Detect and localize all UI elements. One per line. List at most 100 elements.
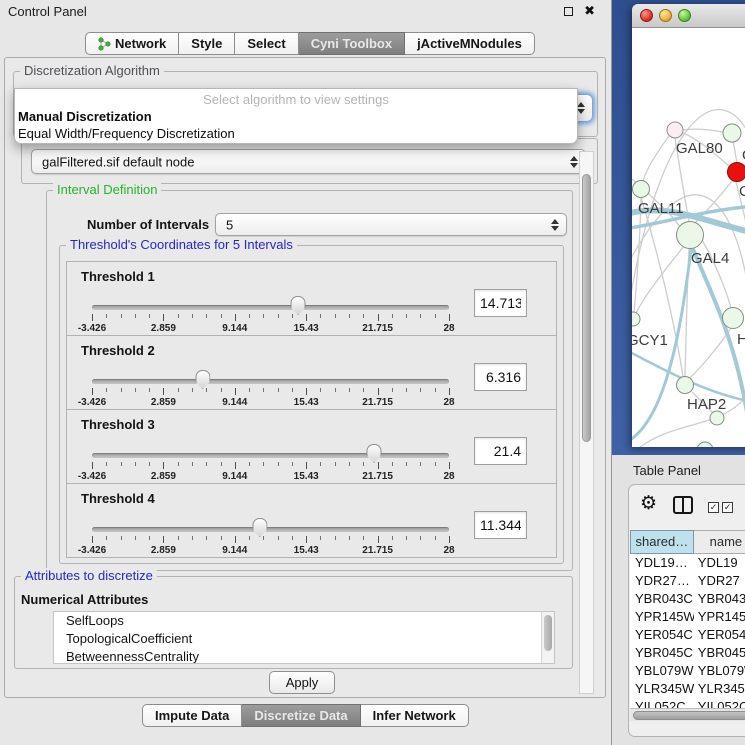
tab-discretize-data[interactable]: Discretize Data xyxy=(242,704,360,727)
tab-network[interactable]: Network xyxy=(85,32,179,55)
threshold-slider[interactable]: -3.4262.8599.14415.4321.71528 xyxy=(92,292,449,334)
table-row[interactable]: YER054CYER054C xyxy=(630,626,745,644)
tick-mark xyxy=(320,388,321,392)
tab-label: Style xyxy=(191,33,222,54)
table-row[interactable]: YIL052CYIL052C xyxy=(630,698,745,708)
scrollbar-thumb[interactable] xyxy=(633,711,745,720)
threshold-slider[interactable]: -3.4262.8599.14415.4321.71528 xyxy=(92,366,449,408)
attribute-item[interactable]: BetweennessCentrality xyxy=(54,648,554,664)
select-all-checkbox-icon[interactable]: ✓ xyxy=(708,502,719,513)
tick-label: 21.715 xyxy=(362,323,393,334)
float-window-icon[interactable] xyxy=(564,7,573,16)
table-panel-body: ⚙ ✓ ✓ shared… name YDL19…YDL19YDR27…YDR2… xyxy=(628,484,745,737)
tab-cyni-toolbox[interactable]: Cyni Toolbox xyxy=(299,32,405,55)
dropdown-option-manual-discretization[interactable]: Manual Discretization xyxy=(18,109,152,124)
slider-track[interactable] xyxy=(92,379,449,384)
select-all-checkbox-icon[interactable]: ✓ xyxy=(722,502,733,513)
tick-mark xyxy=(378,462,379,469)
tick-mark xyxy=(363,462,364,466)
tab-jactivemnodules[interactable]: jActiveMNodules xyxy=(405,32,535,55)
network-node[interactable] xyxy=(697,442,713,447)
table-row[interactable]: YBR045CYBR045C xyxy=(630,644,745,662)
threshold-label: Threshold 3 xyxy=(81,417,155,432)
column-layout-icon[interactable] xyxy=(673,496,693,514)
group-title: Interval Definition xyxy=(53,182,161,197)
group-title: Threshold's Coordinates for 5 Intervals xyxy=(66,237,297,252)
control-panel-titlebar: Control Panel ✖ xyxy=(0,0,611,22)
network-node-gal80[interactable] xyxy=(667,122,683,138)
slider-thumb[interactable] xyxy=(367,444,382,463)
column-header-shared-name[interactable]: shared… xyxy=(630,530,694,554)
tick-mark xyxy=(135,388,136,392)
network-node-gal11[interactable] xyxy=(633,181,650,198)
zoom-traffic-light[interactable] xyxy=(678,9,691,22)
network-node-ga[interactable] xyxy=(723,124,741,142)
scrollbar-thumb[interactable] xyxy=(544,615,552,651)
tick-mark xyxy=(235,314,236,321)
apply-button[interactable]: Apply xyxy=(269,671,335,694)
tick-mark xyxy=(178,388,179,392)
numerical-attributes-list[interactable]: SelfLoopsTopologicalCoefficientBetweenne… xyxy=(53,611,555,664)
tab-impute-data[interactable]: Impute Data xyxy=(142,704,242,727)
tick-mark xyxy=(192,314,193,318)
panel-vertical-scrollbar[interactable] xyxy=(579,151,594,694)
slider-thumb[interactable] xyxy=(252,518,267,537)
slider-thumb[interactable] xyxy=(291,296,306,315)
scrollbar-thumb[interactable] xyxy=(582,174,591,442)
tick-mark xyxy=(406,314,407,318)
table-row[interactable]: YPR145WYPR145W xyxy=(630,608,745,626)
network-node-gcy1[interactable] xyxy=(632,312,640,326)
threshold-slider[interactable]: -3.4262.8599.14415.4321.71528 xyxy=(92,440,449,482)
column-header-name[interactable]: name xyxy=(694,530,745,554)
table-data-combobox[interactable]: galFiltered.sif default node xyxy=(31,149,586,174)
tick-mark xyxy=(420,462,421,466)
tick-mark xyxy=(335,314,336,318)
algorithm-dropdown-popup: Select algorithm to view settings Manual… xyxy=(14,88,578,144)
network-node-h[interactable] xyxy=(723,308,744,329)
tick-mark xyxy=(378,314,379,321)
tab-style[interactable]: Style xyxy=(179,32,235,55)
tick-mark xyxy=(149,462,150,466)
tick-mark xyxy=(249,314,250,318)
table-row[interactable]: YLR345WYLR345W xyxy=(630,680,745,698)
tick-mark xyxy=(449,314,450,321)
tick-mark xyxy=(149,536,150,540)
table-row[interactable]: YBR043CYBR043C xyxy=(630,590,745,608)
threshold-value-field[interactable] xyxy=(474,289,527,317)
table-horizontal-scrollbar[interactable] xyxy=(630,708,745,721)
slider-track[interactable] xyxy=(92,453,449,458)
dropdown-option-equal-width-frequency[interactable]: Equal Width/Frequency Discretization xyxy=(18,126,235,141)
threshold-value-field[interactable] xyxy=(474,363,527,391)
threshold-value-field[interactable] xyxy=(474,437,527,465)
slider-track[interactable] xyxy=(92,527,449,532)
tick-mark xyxy=(292,388,293,392)
threshold-slider[interactable]: -3.4262.8599.14415.4321.71528 xyxy=(92,514,449,556)
attribute-item[interactable]: TopologicalCoefficient xyxy=(54,630,554,648)
slider-track[interactable] xyxy=(92,305,449,310)
attribute-item[interactable]: SelfLoops xyxy=(54,612,554,630)
tick-mark xyxy=(278,536,279,540)
number-of-intervals-combobox[interactable]: 5 xyxy=(215,213,567,236)
table-row[interactable]: YDR27…YDR27 xyxy=(630,572,745,590)
cell-shared-name: YER054C xyxy=(630,626,694,644)
network-node-hap2[interactable] xyxy=(677,377,694,394)
minimize-traffic-light[interactable] xyxy=(659,9,672,22)
table-row[interactable]: YDL19…YDL19 xyxy=(630,554,745,572)
list-vertical-scrollbar[interactable] xyxy=(541,612,554,663)
close-traffic-light[interactable] xyxy=(640,9,653,22)
tab-select[interactable]: Select xyxy=(235,32,298,55)
gear-icon[interactable]: ⚙ xyxy=(640,494,657,513)
network-window-titlebar[interactable] xyxy=(632,4,745,28)
tab-infer-network[interactable]: Infer Network xyxy=(361,704,469,727)
network-node[interactable] xyxy=(710,411,724,425)
tick-mark xyxy=(435,462,436,466)
tick-label: 15.43 xyxy=(294,545,319,556)
close-icon[interactable]: ✖ xyxy=(584,3,595,19)
table-row[interactable]: YBL079WYBL079W xyxy=(630,662,745,680)
slider-thumb[interactable] xyxy=(195,370,210,389)
network-node-gal4[interactable] xyxy=(677,222,704,249)
network-canvas[interactable]: GAL80GACYGAL11GAL4GCY1HHAP2 xyxy=(632,28,745,447)
network-node-cy[interactable] xyxy=(728,163,745,182)
threshold-value-field[interactable] xyxy=(474,511,527,539)
cell-shared-name: YBR043C xyxy=(630,590,694,608)
